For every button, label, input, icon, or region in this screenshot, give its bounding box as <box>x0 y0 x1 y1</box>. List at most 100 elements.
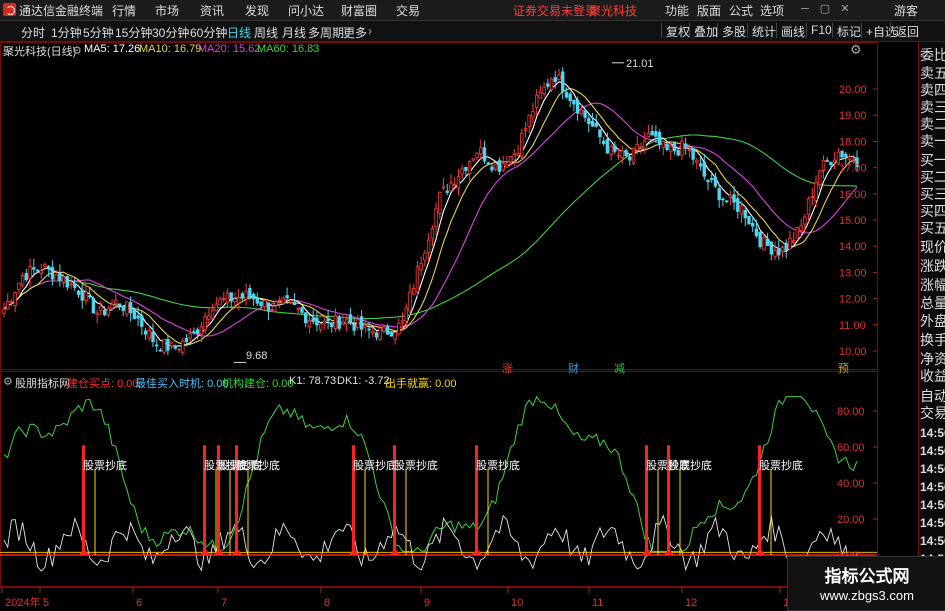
period-1min[interactable]: 1分钟 <box>51 24 82 41</box>
candle-body <box>505 164 509 168</box>
candle-body <box>665 143 669 150</box>
side-panel-item: 买二 <box>920 169 945 185</box>
signal-label: 股票抄底 <box>394 460 438 472</box>
chart-settings-icon[interactable]: ⚙ <box>850 42 862 58</box>
chart-canvas[interactable]: 10.00 11.00 12.00 13.00 14.00 15.00 16.00 17.00… <box>0 42 918 609</box>
candle-body <box>467 161 472 174</box>
candle-body <box>732 194 736 203</box>
candle-body <box>177 348 181 351</box>
candle-body <box>84 291 88 302</box>
minimize-icon[interactable]: ─ <box>798 2 812 16</box>
login-notice[interactable]: 证券交易未登录 <box>513 2 597 19</box>
toolbar-fuquan[interactable]: 复权 <box>661 23 690 39</box>
chevron-right-icon[interactable]: › <box>368 24 372 38</box>
settings-gear-icon[interactable]: ⚙ <box>72 44 82 57</box>
side-panel-item: 14:56 <box>920 498 945 512</box>
candle-body <box>374 332 379 338</box>
period-monthly[interactable]: 月线 <box>282 24 306 41</box>
candle-body <box>844 153 848 157</box>
period-fenshi[interactable]: 分时 <box>21 24 45 41</box>
period-multi[interactable]: 多周期 <box>308 24 344 41</box>
marker-jian[interactable]: 减 <box>614 360 625 376</box>
candle-body <box>292 301 297 305</box>
candle-body <box>587 117 591 124</box>
candle-body <box>497 160 502 172</box>
maximize-icon[interactable]: ▢ <box>818 2 832 16</box>
menu-banmian[interactable]: 版面 <box>697 2 721 19</box>
marker-yu[interactable]: 预 <box>838 360 849 376</box>
price-tick-label: 20.00 <box>839 84 867 96</box>
period-daily[interactable]: 日线 <box>227 24 251 41</box>
candle-body <box>236 297 241 304</box>
toolbar-f10[interactable]: F10 <box>806 23 832 38</box>
candle-body <box>251 293 256 299</box>
candle-body <box>613 145 617 152</box>
candle-body <box>385 326 390 335</box>
ma60-polyline <box>3 134 858 320</box>
close-icon[interactable]: ✕ <box>838 2 852 16</box>
candle-body <box>695 159 699 164</box>
candle-body <box>650 131 654 136</box>
indicator-dk1: DK1: -3.72 <box>337 375 390 387</box>
candle-body <box>114 299 118 305</box>
menu-jiaoyi[interactable]: 交易 <box>396 2 420 19</box>
candle-body <box>192 331 196 334</box>
x-tick-label: 2024年 <box>5 595 40 609</box>
toolbar-tongji[interactable]: 统计 <box>747 23 776 39</box>
candle-body <box>50 267 55 280</box>
candle-body <box>616 154 621 157</box>
menu-faxian[interactable]: 发现 <box>245 2 269 19</box>
candle-body <box>717 188 721 201</box>
toolbar-back[interactable]: 返回 <box>890 23 919 39</box>
candle-body <box>140 315 144 327</box>
signal-triangle <box>232 548 242 555</box>
menu-gongneng[interactable]: 功能 <box>665 2 689 19</box>
menu-caifuquan[interactable]: 财富圈 <box>341 2 377 19</box>
toolbar-diejia[interactable]: 叠加 <box>689 23 718 39</box>
period-60min[interactable]: 60分钟 <box>190 24 227 41</box>
toolbar-huaxian[interactable]: 画线 <box>776 23 805 39</box>
candle-body <box>788 237 792 250</box>
menu-zixun[interactable]: 资讯 <box>200 2 224 19</box>
candle-body <box>289 299 293 303</box>
menu-hangqing[interactable]: 行情 <box>112 2 136 19</box>
candle-body <box>806 198 811 216</box>
candle-body <box>99 305 103 311</box>
indicator-settings-icon[interactable]: ⚙ <box>3 375 13 388</box>
indicator-name: 股朋指标网 <box>15 378 70 390</box>
period-30min[interactable]: 30分钟 <box>152 24 189 41</box>
candle-body <box>602 140 606 144</box>
period-15min[interactable]: 15分钟 <box>115 24 152 41</box>
candle-body <box>415 266 420 293</box>
period-weekly[interactable]: 周线 <box>254 24 278 41</box>
period-more[interactable]: 更多 <box>343 24 367 41</box>
marker-cai[interactable]: 财 <box>568 360 579 376</box>
period-5min[interactable]: 5分钟 <box>83 24 114 41</box>
candle-body <box>542 86 546 95</box>
candle-body <box>348 314 353 324</box>
candle-body <box>132 308 137 320</box>
guest-label[interactable]: 游客 <box>894 2 918 19</box>
side-panel-item: 卖三 <box>920 99 945 115</box>
signal-label: 股票抄底 <box>236 460 280 472</box>
signal-label: 股票抄底 <box>476 460 520 472</box>
side-panel-item[interactable]: 自动 <box>920 388 945 404</box>
menu-shichang[interactable]: 市场 <box>155 2 179 19</box>
candle-body <box>125 301 129 315</box>
side-panel-item[interactable]: 交易 <box>920 405 945 421</box>
menu-xuanxiang[interactable]: 选项 <box>760 2 784 19</box>
indicator-tick-label: 20.00 <box>837 514 865 526</box>
menu-gongshi[interactable]: 公式 <box>729 2 753 19</box>
candle-body <box>337 316 341 329</box>
toolbar-biaoji[interactable]: 标记 <box>832 23 861 39</box>
app-title: 通达信金融终端 <box>19 4 104 18</box>
candle-body <box>739 205 744 215</box>
candle-body <box>523 128 528 131</box>
toolbar-duogu[interactable]: 多股 <box>717 23 746 39</box>
indicator-green-line <box>3 395 858 552</box>
indicator-chushou: 出手就赢: 0.00 <box>385 378 457 390</box>
menu-wenxiaoda[interactable]: 问小达 <box>288 2 324 19</box>
x-tick-label: 5 <box>43 597 49 609</box>
ma60-value: MA60: 16.83 <box>257 43 320 55</box>
marker-zhang[interactable]: 涨 <box>502 360 513 376</box>
